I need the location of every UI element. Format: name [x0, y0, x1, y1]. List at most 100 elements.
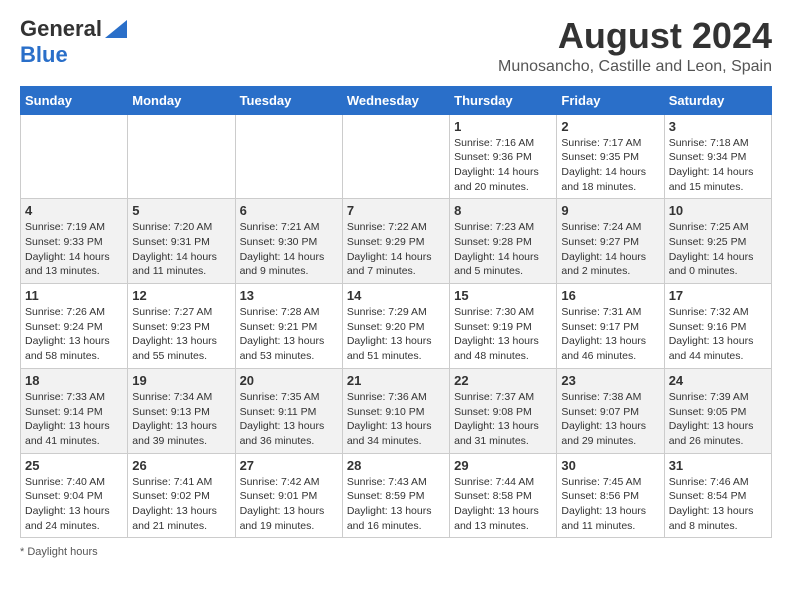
weekday-header-monday: Monday — [128, 86, 235, 114]
day-number: 16 — [561, 288, 659, 303]
calendar-cell: 24Sunrise: 7:39 AM Sunset: 9:05 PM Dayli… — [664, 368, 771, 453]
day-info: Sunrise: 7:46 AM Sunset: 8:54 PM Dayligh… — [669, 475, 767, 534]
day-info: Sunrise: 7:40 AM Sunset: 9:04 PM Dayligh… — [25, 475, 123, 534]
calendar-cell: 22Sunrise: 7:37 AM Sunset: 9:08 PM Dayli… — [450, 368, 557, 453]
calendar-cell: 30 Sunrise: 7:45 AM Sunset: 8:56 PM Dayli… — [557, 453, 664, 538]
calendar-cell — [128, 114, 235, 199]
day-info: Sunrise: 7:33 AM Sunset: 9:14 PM Dayligh… — [25, 390, 123, 449]
calendar-cell: 29Sunrise: 7:44 AM Sunset: 8:58 PM Dayli… — [450, 453, 557, 538]
day-number: 23 — [561, 373, 659, 388]
day-info: Sunrise: 7:21 AM Sunset: 9:30 PM Dayligh… — [240, 220, 338, 279]
calendar-cell: 1 Sunrise: 7:16 AM Sunset: 9:36 PM Daylig… — [450, 114, 557, 199]
day-number: 1 — [454, 119, 552, 134]
day-number: 27 — [240, 458, 338, 473]
day-info: Sunrise: 7:25 AM Sunset: 9:25 PM Dayligh… — [669, 220, 767, 279]
calendar-cell: 26 Sunrise: 7:41 AM Sunset: 9:02 PM Dayli… — [128, 453, 235, 538]
calendar-cell: 6Sunrise: 7:21 AM Sunset: 9:30 PM Daylig… — [235, 199, 342, 284]
day-number: 29 — [454, 458, 552, 473]
day-info: Sunrise: 7:32 AM Sunset: 9:16 PM Dayligh… — [669, 305, 767, 364]
header: General Blue August 2024 Munosancho, Cas… — [20, 16, 772, 76]
day-info: Sunrise: 7:20 AM Sunset: 9:31 PM Dayligh… — [132, 220, 230, 279]
footer-note: * Daylight hours — [20, 546, 772, 558]
day-info: Sunrise: 7:36 AM Sunset: 9:10 PM Dayligh… — [347, 390, 445, 449]
weekday-header-sunday: Sunday — [21, 86, 128, 114]
page-title: August 2024 — [498, 16, 772, 56]
calendar-cell: 16 Sunrise: 7:31 AM Sunset: 9:17 PM Dayli… — [557, 284, 664, 369]
day-number: 21 — [347, 373, 445, 388]
calendar: SundayMondayTuesdayWednesdayThursdayFrid… — [20, 86, 772, 539]
calendar-cell: 21 Sunrise: 7:36 AM Sunset: 9:10 PM Dayli… — [342, 368, 449, 453]
logo: General Blue — [20, 16, 127, 67]
day-info: Sunrise: 7:35 AM Sunset: 9:11 PM Dayligh… — [240, 390, 338, 449]
day-number: 26 — [132, 458, 230, 473]
day-number: 25 — [25, 458, 123, 473]
day-info: Sunrise: 7:42 AM Sunset: 9:01 PM Dayligh… — [240, 475, 338, 534]
weekday-header-saturday: Saturday — [664, 86, 771, 114]
day-number: 4 — [25, 203, 123, 218]
calendar-cell: 25 Sunrise: 7:40 AM Sunset: 9:04 PM Dayli… — [21, 453, 128, 538]
daylight-label: Daylight hours — [27, 546, 97, 558]
calendar-cell: 13Sunrise: 7:28 AM Sunset: 9:21 PM Dayli… — [235, 284, 342, 369]
day-info: Sunrise: 7:22 AM Sunset: 9:29 PM Dayligh… — [347, 220, 445, 279]
day-number: 14 — [347, 288, 445, 303]
logo-triangle-icon — [105, 20, 127, 43]
day-number: 24 — [669, 373, 767, 388]
day-info: Sunrise: 7:27 AM Sunset: 9:23 PM Dayligh… — [132, 305, 230, 364]
day-info: Sunrise: 7:41 AM Sunset: 9:02 PM Dayligh… — [132, 475, 230, 534]
logo-general: General — [20, 17, 102, 41]
day-info: Sunrise: 7:45 AM Sunset: 8:56 PM Dayligh… — [561, 475, 659, 534]
logo-blue: Blue — [20, 43, 68, 67]
calendar-cell: 9 Sunrise: 7:24 AM Sunset: 9:27 PM Daylig… — [557, 199, 664, 284]
calendar-cell: 18 Sunrise: 7:33 AM Sunset: 9:14 PM Dayli… — [21, 368, 128, 453]
calendar-cell: 10 Sunrise: 7:25 AM Sunset: 9:25 PM Dayli… — [664, 199, 771, 284]
day-number: 3 — [669, 119, 767, 134]
day-info: Sunrise: 7:17 AM Sunset: 9:35 PM Dayligh… — [561, 136, 659, 195]
day-info: Sunrise: 7:16 AM Sunset: 9:36 PM Dayligh… — [454, 136, 552, 195]
day-info: Sunrise: 7:31 AM Sunset: 9:17 PM Dayligh… — [561, 305, 659, 364]
calendar-cell: 3 Sunrise: 7:18 AM Sunset: 9:34 PM Daylig… — [664, 114, 771, 199]
day-info: Sunrise: 7:43 AM Sunset: 8:59 PM Dayligh… — [347, 475, 445, 534]
calendar-cell: 4 Sunrise: 7:19 AM Sunset: 9:33 PM Daylig… — [21, 199, 128, 284]
day-number: 19 — [132, 373, 230, 388]
day-number: 30 — [561, 458, 659, 473]
day-info: Sunrise: 7:24 AM Sunset: 9:27 PM Dayligh… — [561, 220, 659, 279]
calendar-cell: 2 Sunrise: 7:17 AM Sunset: 9:35 PM Daylig… — [557, 114, 664, 199]
day-number: 2 — [561, 119, 659, 134]
day-number: 31 — [669, 458, 767, 473]
calendar-cell: 31 Sunrise: 7:46 AM Sunset: 8:54 PM Dayli… — [664, 453, 771, 538]
day-info: Sunrise: 7:23 AM Sunset: 9:28 PM Dayligh… — [454, 220, 552, 279]
day-number: 7 — [347, 203, 445, 218]
day-info: Sunrise: 7:30 AM Sunset: 9:19 PM Dayligh… — [454, 305, 552, 364]
calendar-cell: 8 Sunrise: 7:23 AM Sunset: 9:28 PM Daylig… — [450, 199, 557, 284]
weekday-header-tuesday: Tuesday — [235, 86, 342, 114]
calendar-cell — [235, 114, 342, 199]
day-number: 8 — [454, 203, 552, 218]
day-info: Sunrise: 7:18 AM Sunset: 9:34 PM Dayligh… — [669, 136, 767, 195]
day-number: 18 — [25, 373, 123, 388]
location-subtitle: Munosancho, Castille and Leon, Spain — [498, 58, 772, 76]
calendar-cell: 5Sunrise: 7:20 AM Sunset: 9:31 PM Daylig… — [128, 199, 235, 284]
day-number: 28 — [347, 458, 445, 473]
day-info: Sunrise: 7:29 AM Sunset: 9:20 PM Dayligh… — [347, 305, 445, 364]
title-area: August 2024 Munosancho, Castille and Leo… — [498, 16, 772, 76]
calendar-cell: 7 Sunrise: 7:22 AM Sunset: 9:29 PM Daylig… — [342, 199, 449, 284]
day-number: 12 — [132, 288, 230, 303]
day-info: Sunrise: 7:26 AM Sunset: 9:24 PM Dayligh… — [25, 305, 123, 364]
calendar-cell: 11Sunrise: 7:26 AM Sunset: 9:24 PM Dayli… — [21, 284, 128, 369]
day-number: 10 — [669, 203, 767, 218]
calendar-cell: 19 Sunrise: 7:34 AM Sunset: 9:13 PM Dayli… — [128, 368, 235, 453]
day-info: Sunrise: 7:34 AM Sunset: 9:13 PM Dayligh… — [132, 390, 230, 449]
calendar-cell: 17 Sunrise: 7:32 AM Sunset: 9:16 PM Dayli… — [664, 284, 771, 369]
day-info: Sunrise: 7:38 AM Sunset: 9:07 PM Dayligh… — [561, 390, 659, 449]
day-info: Sunrise: 7:28 AM Sunset: 9:21 PM Dayligh… — [240, 305, 338, 364]
day-number: 9 — [561, 203, 659, 218]
calendar-header: SundayMondayTuesdayWednesdayThursdayFrid… — [21, 86, 772, 114]
calendar-cell: 12 Sunrise: 7:27 AM Sunset: 9:23 PM Dayli… — [128, 284, 235, 369]
day-number: 17 — [669, 288, 767, 303]
weekday-header-friday: Friday — [557, 86, 664, 114]
weekday-header-wednesday: Wednesday — [342, 86, 449, 114]
calendar-cell: 20Sunrise: 7:35 AM Sunset: 9:11 PM Dayli… — [235, 368, 342, 453]
calendar-cell: 14 Sunrise: 7:29 AM Sunset: 9:20 PM Dayli… — [342, 284, 449, 369]
calendar-cell — [21, 114, 128, 199]
day-info: Sunrise: 7:19 AM Sunset: 9:33 PM Dayligh… — [25, 220, 123, 279]
